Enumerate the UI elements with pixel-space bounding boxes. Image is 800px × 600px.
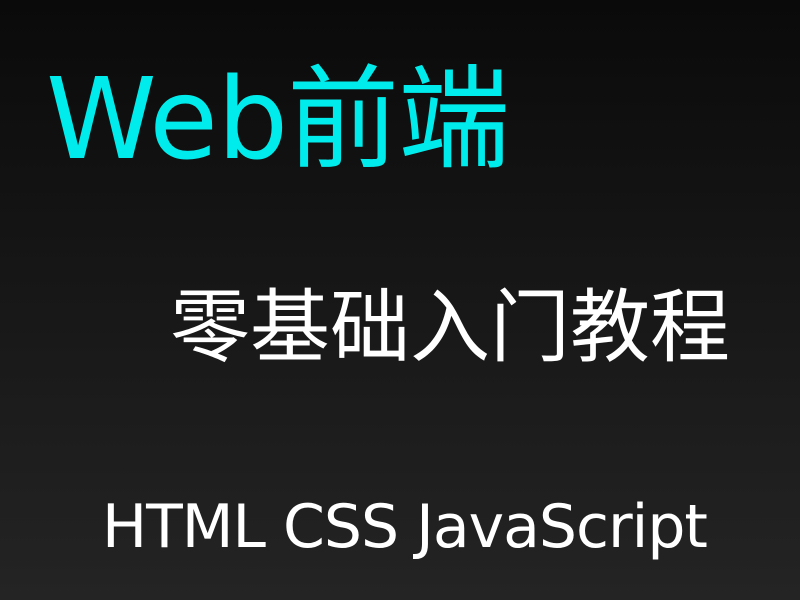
course-banner: Web前端 零基础入门教程 HTML CSS JavaScript — [0, 0, 800, 600]
banner-subtitle: 零基础入门教程 — [170, 281, 730, 374]
technology-list: HTML CSS JavaScript — [102, 492, 708, 562]
banner-title: Web前端 — [46, 55, 510, 185]
